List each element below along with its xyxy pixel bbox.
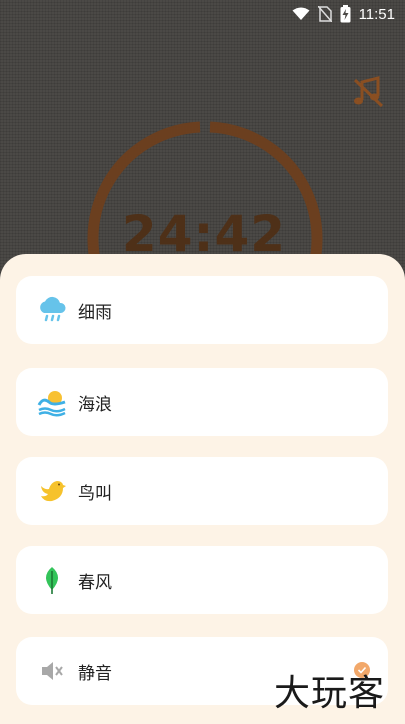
clock-time: 11:51 xyxy=(358,5,395,23)
rain-cloud-icon xyxy=(36,294,68,326)
wifi-icon xyxy=(292,7,310,20)
sea-wave-sun-icon xyxy=(36,386,68,418)
watermark: 大玩客 xyxy=(274,673,386,714)
music-off-icon xyxy=(353,76,384,108)
music-toggle-button[interactable] xyxy=(350,74,386,110)
sound-item-birds[interactable]: 鸟叫 xyxy=(16,457,388,525)
no-sim-icon xyxy=(317,6,332,22)
sound-item-label: 细雨 xyxy=(78,302,112,323)
mute-speaker-icon xyxy=(36,655,68,687)
sound-selection-sheet: 细雨 海浪 鸟叫 春风 静音 xyxy=(0,254,405,724)
battery-charging-icon xyxy=(340,5,351,23)
sound-item-label: 鸟叫 xyxy=(78,483,112,504)
status-bar: 11:51 xyxy=(0,0,405,28)
bird-icon xyxy=(36,475,68,507)
sound-item-breeze[interactable]: 春风 xyxy=(16,546,388,614)
sound-item-rain[interactable]: 细雨 xyxy=(16,276,388,344)
sound-item-label: 春风 xyxy=(78,572,112,593)
sound-item-label: 静音 xyxy=(78,663,112,684)
sound-item-label: 海浪 xyxy=(78,394,112,415)
leaf-icon xyxy=(36,564,68,596)
sound-item-waves[interactable]: 海浪 xyxy=(16,368,388,436)
